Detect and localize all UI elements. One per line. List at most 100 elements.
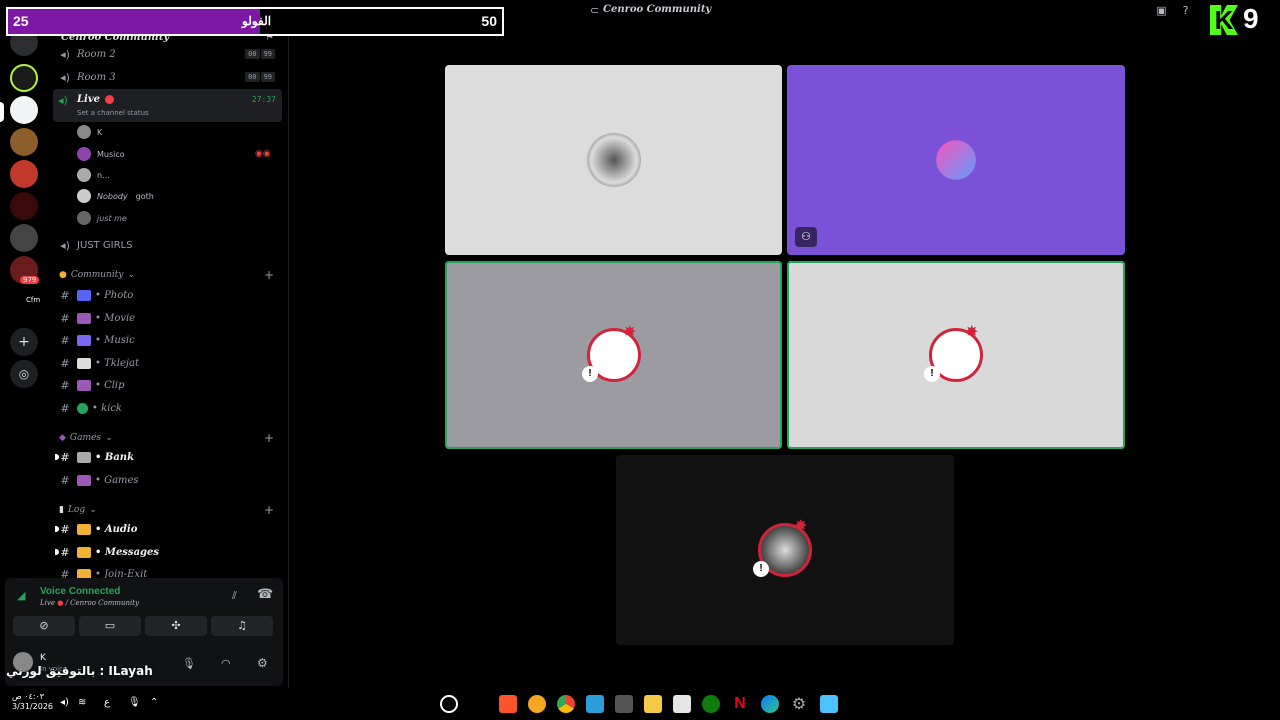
window-title: Cenroo Community	[603, 4, 712, 15]
voice-channel-room2[interactable]: ◂) Room 2 00 99	[57, 44, 281, 64]
photos-icon[interactable]	[586, 695, 604, 713]
user-limit: 00 99	[245, 49, 275, 59]
call-timer: 27:37	[251, 95, 276, 104]
category-community[interactable]: ● Community ⌄	[59, 270, 135, 280]
server-icon-dark[interactable]	[10, 192, 38, 220]
voice-channel-room3[interactable]: ◂) Room 3 00 99	[57, 67, 281, 87]
channel-emoji	[77, 402, 88, 414]
deafened-icon: !	[582, 366, 598, 382]
text-channel[interactable]: # • Music	[57, 330, 281, 350]
netflix-icon[interactable]: N	[731, 695, 749, 713]
text-channel[interactable]: # • Audio	[55, 519, 281, 539]
widgets-icon[interactable]	[440, 695, 458, 713]
participant-tile[interactable]: ✸ !	[445, 261, 782, 449]
voice-user[interactable]: just me	[77, 209, 127, 227]
app-icon[interactable]	[615, 695, 633, 713]
app-icon[interactable]	[528, 695, 546, 713]
hash-icon: #	[60, 450, 70, 464]
channel-emoji	[77, 474, 91, 486]
help-icon[interactable]: ?	[1179, 4, 1192, 17]
channel-status[interactable]: Set a channel status	[77, 109, 149, 117]
voice-channel-just-girls[interactable]: ◂) JUST GIRLS	[57, 235, 281, 255]
taskbar: ٠٤:٠٣ ص 3/31/2026 ◂) ≋ ع 🎙 ⌃ N ⚙	[0, 688, 1280, 720]
text-channel[interactable]: # • Messages	[55, 542, 281, 562]
settings-icon[interactable]: ⚙	[790, 695, 808, 713]
screen-share-button[interactable]: ▭	[79, 616, 141, 636]
hash-icon: #	[60, 356, 70, 370]
category-games[interactable]: ◆ Games ⌄	[59, 433, 113, 443]
text-channel[interactable]: # • Tklejat	[57, 353, 281, 373]
hash-icon: #	[60, 401, 70, 415]
microphone-icon[interactable]: 🎙	[128, 697, 141, 708]
server-icon-anime[interactable]	[10, 160, 38, 188]
server-icon-grey[interactable]	[10, 224, 38, 252]
channel-emoji	[77, 357, 91, 369]
participant-tile-bot[interactable]: ⚇	[787, 65, 1125, 255]
language-indicator[interactable]: ع	[104, 697, 110, 708]
chevron-up-icon[interactable]: ⌃	[150, 697, 158, 708]
text-channel[interactable]: # • kick	[57, 398, 281, 418]
settings-gear-icon[interactable]: ⚙	[257, 656, 268, 670]
voice-status[interactable]: Voice Connected	[40, 586, 120, 597]
text-channel[interactable]: # • Games	[57, 470, 281, 490]
channel-emoji	[77, 289, 91, 301]
voice-user[interactable]: n...	[77, 166, 110, 184]
xbox-icon[interactable]	[702, 695, 720, 713]
voice-channel-live[interactable]: ◂) Live Set a channel status 27:37	[53, 89, 282, 122]
activities-button[interactable]: ✣	[145, 616, 207, 636]
hash-icon: #	[60, 311, 70, 325]
camera-button[interactable]: ⊘	[13, 616, 75, 636]
chrome-icon[interactable]	[557, 695, 575, 713]
username[interactable]: K	[40, 653, 46, 663]
avatar	[77, 211, 91, 225]
live-indicator-icon	[105, 95, 114, 104]
speaker-icon: ◂)	[60, 70, 70, 84]
participant-tile[interactable]	[445, 65, 782, 255]
noise-suppression-icon[interactable]: ⫽	[232, 589, 237, 603]
text-channel[interactable]: # • Movie	[57, 308, 281, 328]
text-channel[interactable]: # • Clip	[57, 375, 281, 395]
soundboard-button[interactable]: ♫	[211, 616, 273, 636]
brave-browser-icon[interactable]	[499, 695, 517, 713]
deafened-icon: !	[753, 561, 769, 577]
volume-icon[interactable]: ◂)	[60, 697, 69, 708]
follow-goal-bar: 25 الفولو 50	[6, 7, 504, 36]
server-icon-c[interactable]	[10, 64, 38, 92]
store-icon[interactable]	[673, 695, 691, 713]
add-channel-icon[interactable]: +	[264, 268, 274, 282]
signal-icon[interactable]: ◢	[17, 589, 25, 602]
voice-location[interactable]: Live ● / Cenroo Community	[40, 599, 139, 607]
avatar	[77, 189, 91, 203]
channel-emoji	[77, 546, 91, 558]
server-icon-cenroo[interactable]	[10, 96, 38, 124]
add-server-icon[interactable]: +	[10, 328, 38, 356]
star-badge-icon: ✸	[965, 322, 979, 341]
disconnect-icon[interactable]: ☎	[257, 587, 273, 602]
inbox-icon[interactable]: ▣	[1155, 4, 1168, 17]
discover-icon[interactable]: ◎	[10, 360, 38, 388]
participant-tile[interactable]: ✸ !	[616, 455, 954, 645]
text-channel[interactable]: # • Bank	[55, 447, 281, 467]
hash-icon: #	[60, 288, 70, 302]
start-menu-icon[interactable]	[820, 695, 838, 713]
file-explorer-icon[interactable]	[644, 695, 662, 713]
add-channel-icon[interactable]: +	[264, 503, 274, 517]
voice-user[interactable]: K	[77, 123, 102, 141]
star-badge-icon: ✸	[623, 322, 637, 341]
headphones-icon[interactable]: ◠	[221, 657, 231, 670]
text-channel[interactable]: # • Photo	[57, 285, 281, 305]
voice-user[interactable]: Musico	[77, 145, 125, 163]
participant-tile[interactable]: ✸ !	[787, 261, 1125, 449]
follow-goal-fill	[8, 9, 260, 34]
category-log[interactable]: ▮ Log ⌄	[59, 505, 97, 515]
voice-user[interactable]: Nobody goth	[77, 187, 154, 205]
channel-emoji	[77, 379, 91, 391]
wifi-icon[interactable]: ≋	[78, 697, 86, 708]
star-badge-icon: ✸	[794, 516, 808, 535]
avatar	[77, 125, 91, 139]
add-channel-icon[interactable]: +	[264, 431, 274, 445]
edge-icon[interactable]	[761, 695, 779, 713]
clock[interactable]: ٠٤:٠٣ ص 3/31/2026	[12, 692, 53, 712]
microphone-icon[interactable]: 🎙	[182, 657, 196, 670]
server-icon-minecraft[interactable]	[10, 128, 38, 156]
